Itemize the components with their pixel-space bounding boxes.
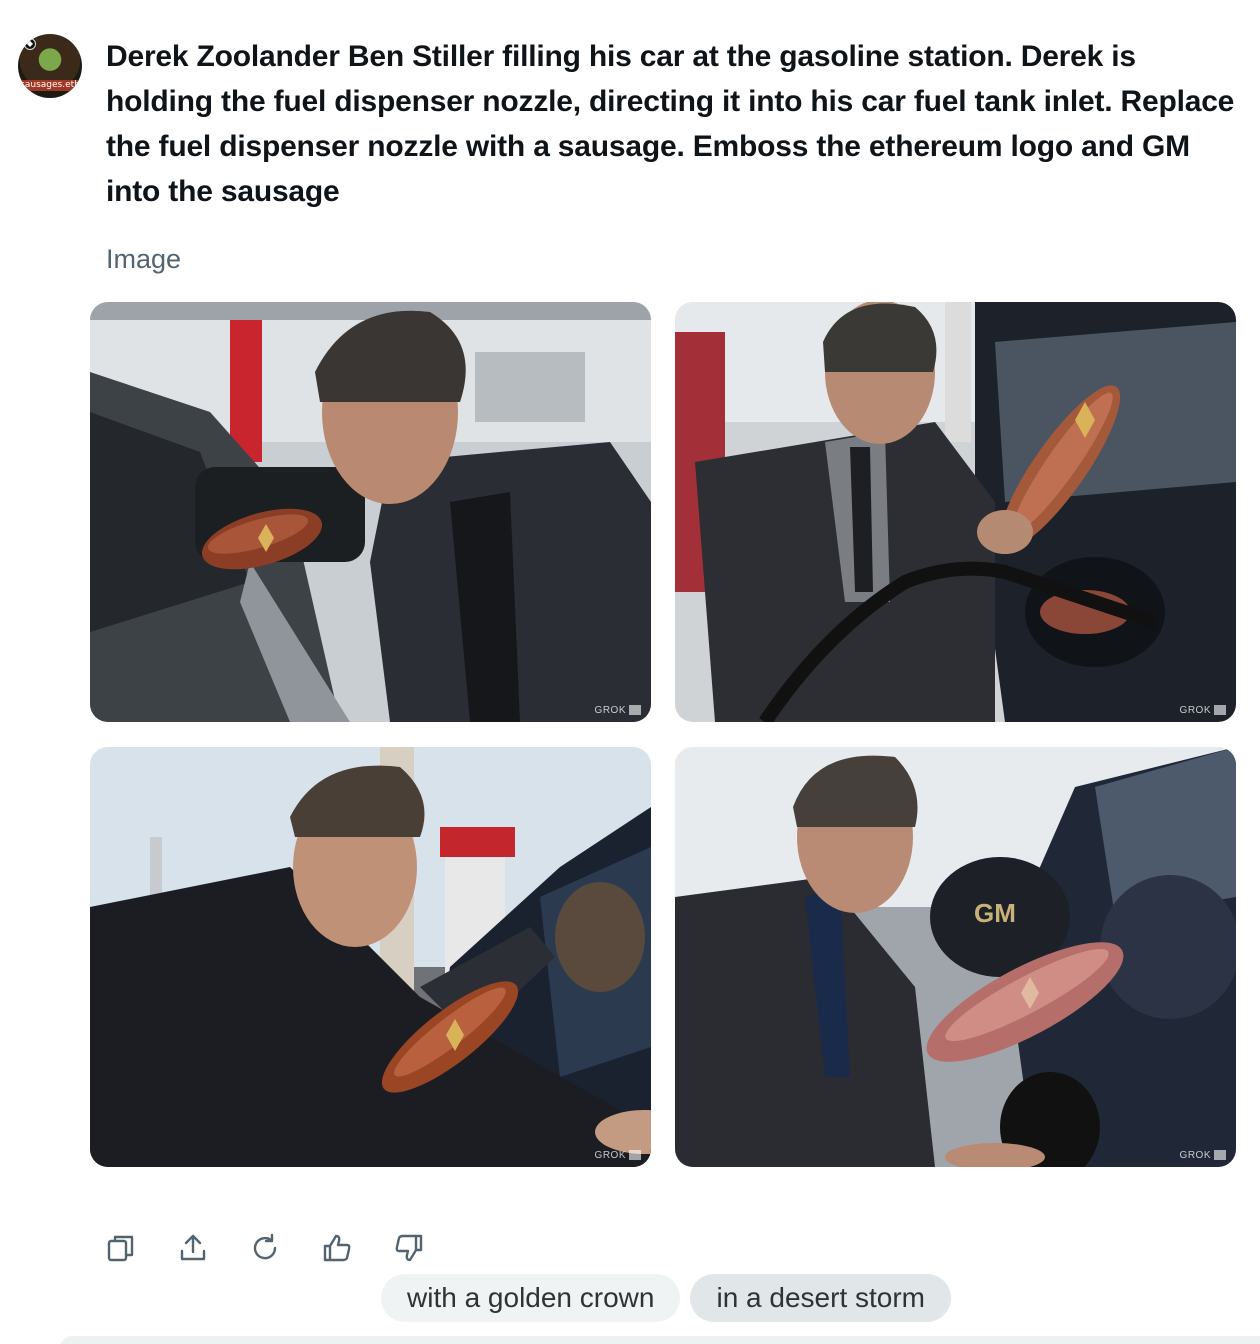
grok-watermark: GROK: [1180, 705, 1226, 716]
grok-watermark: GROK: [595, 705, 641, 716]
image-2-illustration: [675, 302, 1236, 722]
image-3-illustration: [90, 747, 651, 1167]
copy-button[interactable]: [104, 1231, 138, 1265]
avatar-label: sausages.eth: [18, 80, 82, 91]
generated-image-1[interactable]: GROK: [90, 302, 651, 722]
composer-edge: [60, 1336, 1260, 1344]
suggestion-chip[interactable]: with a golden crown: [381, 1274, 681, 1322]
generated-image-3[interactable]: GROK: [90, 747, 651, 1167]
copy-icon: [107, 1235, 134, 1262]
suggestion-chips: with a golden crown in a desert storm: [381, 1274, 952, 1322]
share-icon: [180, 1234, 206, 1261]
regenerate-icon: [253, 1233, 277, 1260]
image-1-illustration: [90, 302, 651, 722]
prompt-text: Derek Zoolander Ben Stiller filling his …: [106, 40, 1235, 208]
like-button[interactable]: [320, 1231, 354, 1265]
thumbs-down-icon: [395, 1234, 423, 1262]
section-label-image: Image: [106, 244, 182, 274]
dislike-button[interactable]: [392, 1231, 426, 1265]
generated-image-4[interactable]: GM GROK: [675, 747, 1236, 1167]
thumbs-up-icon: [323, 1234, 351, 1262]
share-button[interactable]: [176, 1231, 210, 1265]
grok-watermark: GROK: [595, 1150, 641, 1161]
regenerate-button[interactable]: [248, 1231, 282, 1265]
action-bar: [104, 1228, 426, 1268]
suggestion-chip[interactable]: in a desert storm: [690, 1274, 952, 1322]
generated-image-2[interactable]: GROK: [675, 302, 1236, 722]
grok-watermark: GROK: [1180, 1150, 1226, 1161]
user-avatar[interactable]: ◆ sausages.eth: [18, 34, 82, 98]
avatar-badge-icon: ◆: [24, 38, 36, 50]
image-grid: GROK GROK GROK GM GROK: [90, 302, 1236, 1167]
image-4-illustration: GM: [675, 747, 1236, 1167]
gm-emboss-text: GM: [974, 898, 1016, 928]
